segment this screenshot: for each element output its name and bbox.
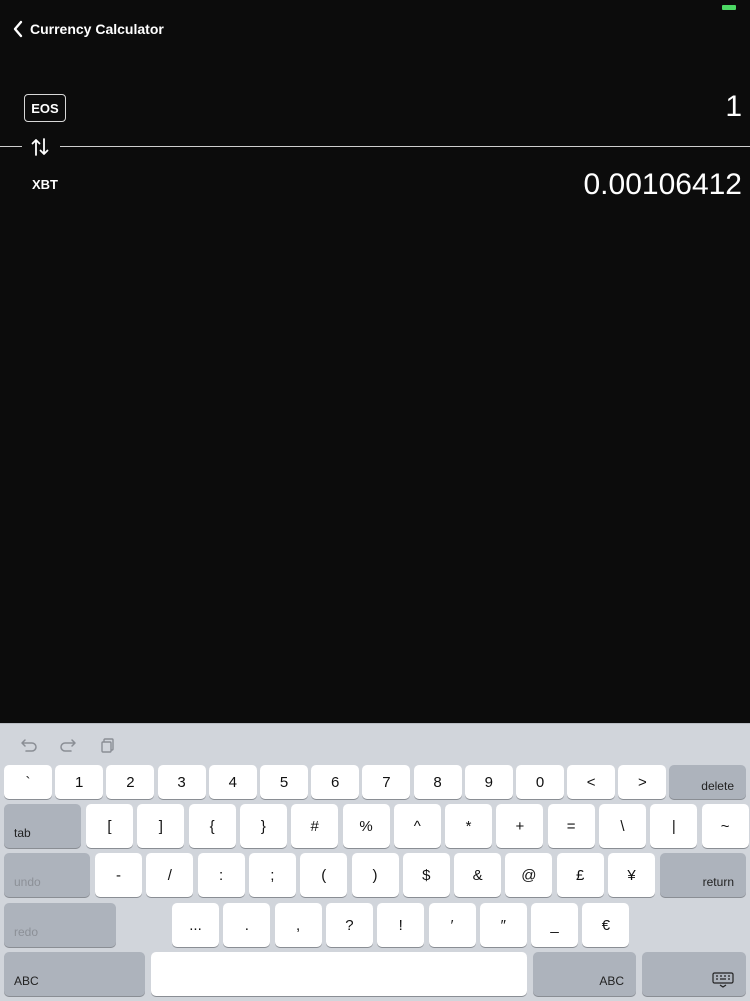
from-currency-button[interactable]: EOS — [24, 94, 66, 122]
key[interactable]: ′ — [428, 903, 476, 947]
key[interactable]: , — [274, 903, 322, 947]
redo-arrow-icon[interactable] — [59, 736, 77, 754]
back-button[interactable]: Currency Calculator — [12, 18, 164, 40]
key[interactable]: 8 — [413, 765, 462, 799]
key[interactable]: 6 — [311, 765, 360, 799]
key[interactable]: ! — [377, 903, 425, 947]
key[interactable]: 2 — [106, 765, 155, 799]
tab-key[interactable]: tab — [4, 804, 81, 848]
key[interactable]: % — [342, 804, 390, 848]
key[interactable]: ″ — [479, 903, 527, 947]
key[interactable]: > — [618, 765, 667, 799]
key[interactable]: 0 — [516, 765, 564, 799]
key[interactable]: & — [454, 853, 502, 897]
key[interactable]: } — [239, 804, 287, 848]
from-amount-value[interactable]: 1 — [725, 90, 742, 124]
paste-icon[interactable] — [99, 736, 117, 754]
key[interactable]: < — [567, 765, 616, 799]
key[interactable]: $ — [402, 853, 450, 897]
key[interactable]: ) — [351, 853, 399, 897]
abc-key-right[interactable]: ABC — [533, 952, 636, 996]
key[interactable]: ` — [4, 765, 52, 799]
converted-amount-value: 0.00106412 — [583, 168, 743, 201]
abc-key-left[interactable]: ABC — [4, 952, 145, 996]
key[interactable]: . — [223, 903, 271, 947]
key[interactable]: _ — [531, 903, 579, 947]
key[interactable]: ; — [248, 853, 296, 897]
undo-key[interactable]: undo — [4, 853, 90, 897]
key[interactable]: [ — [86, 804, 133, 848]
key[interactable]: ¥ — [608, 853, 655, 897]
key[interactable]: = — [547, 804, 595, 848]
keyboard-dismiss-icon — [712, 972, 734, 988]
key[interactable]: 5 — [260, 765, 308, 799]
status-bar — [0, 0, 750, 14]
chevron-left-icon — [13, 20, 23, 38]
page-title: Currency Calculator — [30, 21, 164, 37]
key[interactable]: @ — [505, 853, 553, 897]
key[interactable]: \ — [599, 804, 646, 848]
key[interactable]: : — [197, 853, 245, 897]
to-currency-label[interactable]: XBT — [32, 177, 58, 192]
key[interactable]: 9 — [464, 765, 513, 799]
key[interactable]: # — [291, 804, 339, 848]
key[interactable]: + — [496, 804, 544, 848]
undo-arrow-icon[interactable] — [20, 736, 38, 754]
divider — [0, 146, 22, 147]
redo-key[interactable]: redo — [4, 903, 116, 947]
key[interactable]: { — [188, 804, 236, 848]
key[interactable]: * — [445, 804, 493, 848]
key[interactable]: - — [95, 853, 142, 897]
key[interactable]: £ — [556, 853, 604, 897]
key[interactable]: ~ — [701, 804, 749, 848]
swap-arrows-icon[interactable] — [31, 137, 49, 157]
key[interactable]: ( — [300, 853, 348, 897]
space-bar[interactable] — [151, 952, 527, 996]
dismiss-keyboard-key[interactable] — [642, 952, 746, 996]
key[interactable]: 3 — [157, 765, 206, 799]
return-key[interactable]: return — [660, 853, 746, 897]
key[interactable]: ] — [137, 804, 185, 848]
key[interactable]: € — [582, 903, 630, 947]
key[interactable]: | — [650, 804, 698, 848]
key[interactable]: 7 — [362, 765, 411, 799]
keyboard: ` 1 2 3 4 5 6 7 8 9 0 < > delete tab []{} #% ^ * + = \ | ~ u… — [0, 723, 750, 1001]
divider — [60, 146, 750, 147]
battery-icon — [722, 5, 736, 10]
key[interactable]: ? — [325, 903, 373, 947]
key[interactable]: ^ — [393, 804, 441, 848]
key[interactable]: 4 — [208, 765, 257, 799]
key[interactable]: / — [146, 853, 194, 897]
key[interactable]: ... — [172, 903, 219, 947]
delete-key[interactable]: delete — [669, 765, 746, 799]
key[interactable]: 1 — [55, 765, 104, 799]
